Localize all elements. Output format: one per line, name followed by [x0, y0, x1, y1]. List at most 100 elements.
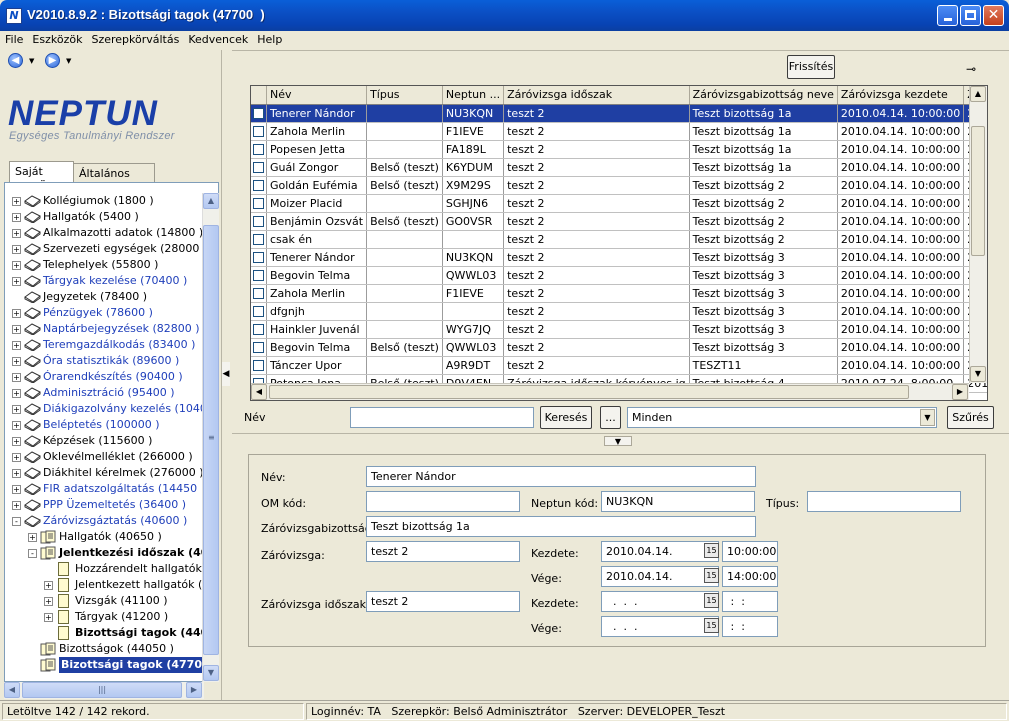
- expand-icon[interactable]: +: [12, 229, 21, 238]
- table-cell[interactable]: Zahola Merlin: [266, 284, 368, 303]
- table-cell[interactable]: 2010.04.14. 10:00:00: [837, 194, 965, 213]
- table-cell[interactable]: TESZT11: [689, 356, 838, 375]
- expand-icon[interactable]: +: [12, 341, 21, 350]
- table-cell[interactable]: A9R9DT: [442, 356, 505, 375]
- table-cell[interactable]: Tenerer Nándor: [266, 248, 368, 267]
- row-checkbox-cell[interactable]: [251, 176, 267, 195]
- table-cell[interactable]: NU3KQN: [442, 104, 505, 123]
- table-cell[interactable]: [366, 140, 443, 159]
- table-row[interactable]: csak én teszt 2 Teszt bizottság 2 2010.04.1…: [251, 230, 987, 249]
- table-cell[interactable]: [442, 302, 505, 321]
- table-cell[interactable]: Zahola Merlin: [266, 122, 368, 141]
- expand-icon[interactable]: +: [12, 373, 21, 382]
- table-cell[interactable]: [366, 302, 443, 321]
- table-cell[interactable]: teszt 2: [503, 104, 690, 123]
- table-cell[interactable]: teszt 2: [503, 230, 690, 249]
- tree-item[interactable]: Adminisztráció (95400 ): [43, 385, 175, 401]
- table-cell[interactable]: 2010.04.14. 10:00:00: [837, 356, 965, 375]
- grid-header-select[interactable]: [251, 86, 267, 105]
- filter-dropdown[interactable]: Minden ▼: [627, 407, 937, 428]
- table-cell[interactable]: Teszt bizottság 1a: [689, 104, 838, 123]
- table-cell[interactable]: csak én: [266, 230, 368, 249]
- table-row[interactable]: dfgnjh teszt 2 Teszt bizottság 3 2010.04.14…: [251, 302, 987, 321]
- table-cell[interactable]: Teszt bizottság 3: [689, 248, 838, 267]
- row-checkbox-cell[interactable]: [251, 212, 267, 231]
- row-checkbox[interactable]: [253, 180, 264, 191]
- table-cell[interactable]: teszt 2: [503, 212, 690, 231]
- table-row[interactable]: Tenerer Nándor NU3KQN teszt 2 Teszt bizotts…: [251, 248, 987, 267]
- row-checkbox-cell[interactable]: [251, 122, 267, 141]
- grid-column-header[interactable]: Név: [266, 86, 368, 105]
- tab-sajat-menu[interactable]: Saját menü: [9, 161, 74, 191]
- calendar-icon[interactable]: 15: [704, 593, 719, 608]
- type-field[interactable]: [807, 491, 961, 512]
- table-row[interactable]: Guál Zongor Belső (teszt) K6YDUM teszt 2 Tes…: [251, 158, 987, 177]
- table-cell[interactable]: Hainkler Juvenál: [266, 320, 368, 339]
- row-checkbox[interactable]: [253, 162, 264, 173]
- om-code-field[interactable]: [366, 491, 520, 512]
- grid-column-header[interactable]: Neptun ...: [442, 86, 505, 105]
- table-row[interactable]: Tánczer Upor A9R9DT teszt 2 TESZT11 2010.04.…: [251, 356, 987, 375]
- menu-file[interactable]: File: [0, 31, 27, 46]
- expand-icon[interactable]: +: [12, 501, 21, 510]
- table-cell[interactable]: Guál Zongor: [266, 158, 368, 177]
- tree-item[interactable]: Vizsgák (41100 ): [75, 593, 168, 609]
- table-cell[interactable]: Teszt bizottság 2: [689, 212, 838, 231]
- tree-item[interactable]: Tárgyak (41200 ): [75, 609, 168, 625]
- table-cell[interactable]: Teszt bizottság 3: [689, 302, 838, 321]
- table-row[interactable]: Moizer Placid SGHJN6 teszt 2 Teszt bizottsá…: [251, 194, 987, 213]
- tree-vertical-scrollbar[interactable]: ▲ ≡ ▼: [202, 193, 219, 682]
- row-checkbox-cell[interactable]: [251, 266, 267, 285]
- tree-item[interactable]: Hozzárendelt hallgatók (4: [75, 561, 202, 577]
- row-checkbox[interactable]: [253, 198, 264, 209]
- row-checkbox[interactable]: [253, 288, 264, 299]
- row-checkbox[interactable]: [253, 108, 264, 119]
- row-checkbox-cell[interactable]: [251, 158, 267, 177]
- collapse-icon[interactable]: -: [12, 517, 21, 526]
- table-cell[interactable]: dfgnjh: [266, 302, 368, 321]
- period-start-date[interactable]: . . .: [601, 591, 719, 612]
- expand-icon[interactable]: +: [44, 581, 53, 590]
- table-cell[interactable]: Tánczer Upor: [266, 356, 368, 375]
- grid-hscroll-thumb[interactable]: [269, 385, 909, 399]
- table-cell[interactable]: Goldán Eufémia: [266, 176, 368, 195]
- expand-icon[interactable]: +: [12, 245, 21, 254]
- exam-end-time[interactable]: 14:00:00: [722, 566, 778, 587]
- expand-icon[interactable]: +: [12, 357, 21, 366]
- neptun-code-field[interactable]: NU3KQN: [601, 491, 755, 512]
- row-checkbox-cell[interactable]: [251, 104, 267, 123]
- expand-icon[interactable]: +: [12, 405, 21, 414]
- expand-icon[interactable]: +: [12, 277, 21, 286]
- period-start-time[interactable]: : :: [722, 591, 778, 612]
- expand-icon[interactable]: +: [12, 213, 21, 222]
- filter-name-input[interactable]: [350, 407, 534, 428]
- table-cell[interactable]: QWWL03: [442, 266, 505, 285]
- row-checkbox[interactable]: [253, 144, 264, 155]
- table-cell[interactable]: teszt 2: [503, 122, 690, 141]
- table-row[interactable]: Zahola Merlin F1IEVE teszt 2 Teszt bizottsá…: [251, 284, 987, 303]
- table-cell[interactable]: QWWL03: [442, 338, 505, 357]
- tree-item[interactable]: Pénzügyek (78600 ): [43, 305, 153, 321]
- table-row[interactable]: Begovin Telma Belső (teszt) QWWL03 teszt 2T…: [251, 338, 987, 357]
- table-row[interactable]: Popesen Jetta FA189L teszt 2 Teszt bizottsá…: [251, 140, 987, 159]
- table-cell[interactable]: [366, 104, 443, 123]
- expand-icon[interactable]: +: [28, 533, 37, 542]
- row-checkbox-cell[interactable]: [251, 230, 267, 249]
- tree-item[interactable]: Hallgatók (40650 ): [59, 529, 162, 545]
- table-cell[interactable]: 2010.04.14. 10:00:00: [837, 320, 965, 339]
- menu-kedvencek[interactable]: Kedvencek: [183, 31, 252, 46]
- row-checkbox[interactable]: [253, 234, 264, 245]
- scroll-down-button[interactable]: ▼: [203, 665, 219, 681]
- menu-eszkozok[interactable]: Eszközök: [27, 31, 86, 46]
- tree-item[interactable]: Bizottságok (44050 ): [59, 641, 174, 657]
- table-cell[interactable]: Popesen Jetta: [266, 140, 368, 159]
- scroll-right-button[interactable]: ▶: [186, 682, 202, 698]
- table-cell[interactable]: teszt 2: [503, 320, 690, 339]
- grid-column-header[interactable]: Záróvizsga kezdete: [837, 86, 965, 105]
- row-checkbox-cell[interactable]: [251, 140, 267, 159]
- table-cell[interactable]: Teszt bizottság 1a: [689, 140, 838, 159]
- period-end-date[interactable]: . . .: [601, 616, 719, 637]
- forward-dropdown-icon[interactable]: ▼: [66, 57, 71, 65]
- row-checkbox-cell[interactable]: [251, 284, 267, 303]
- table-cell[interactable]: teszt 2: [503, 140, 690, 159]
